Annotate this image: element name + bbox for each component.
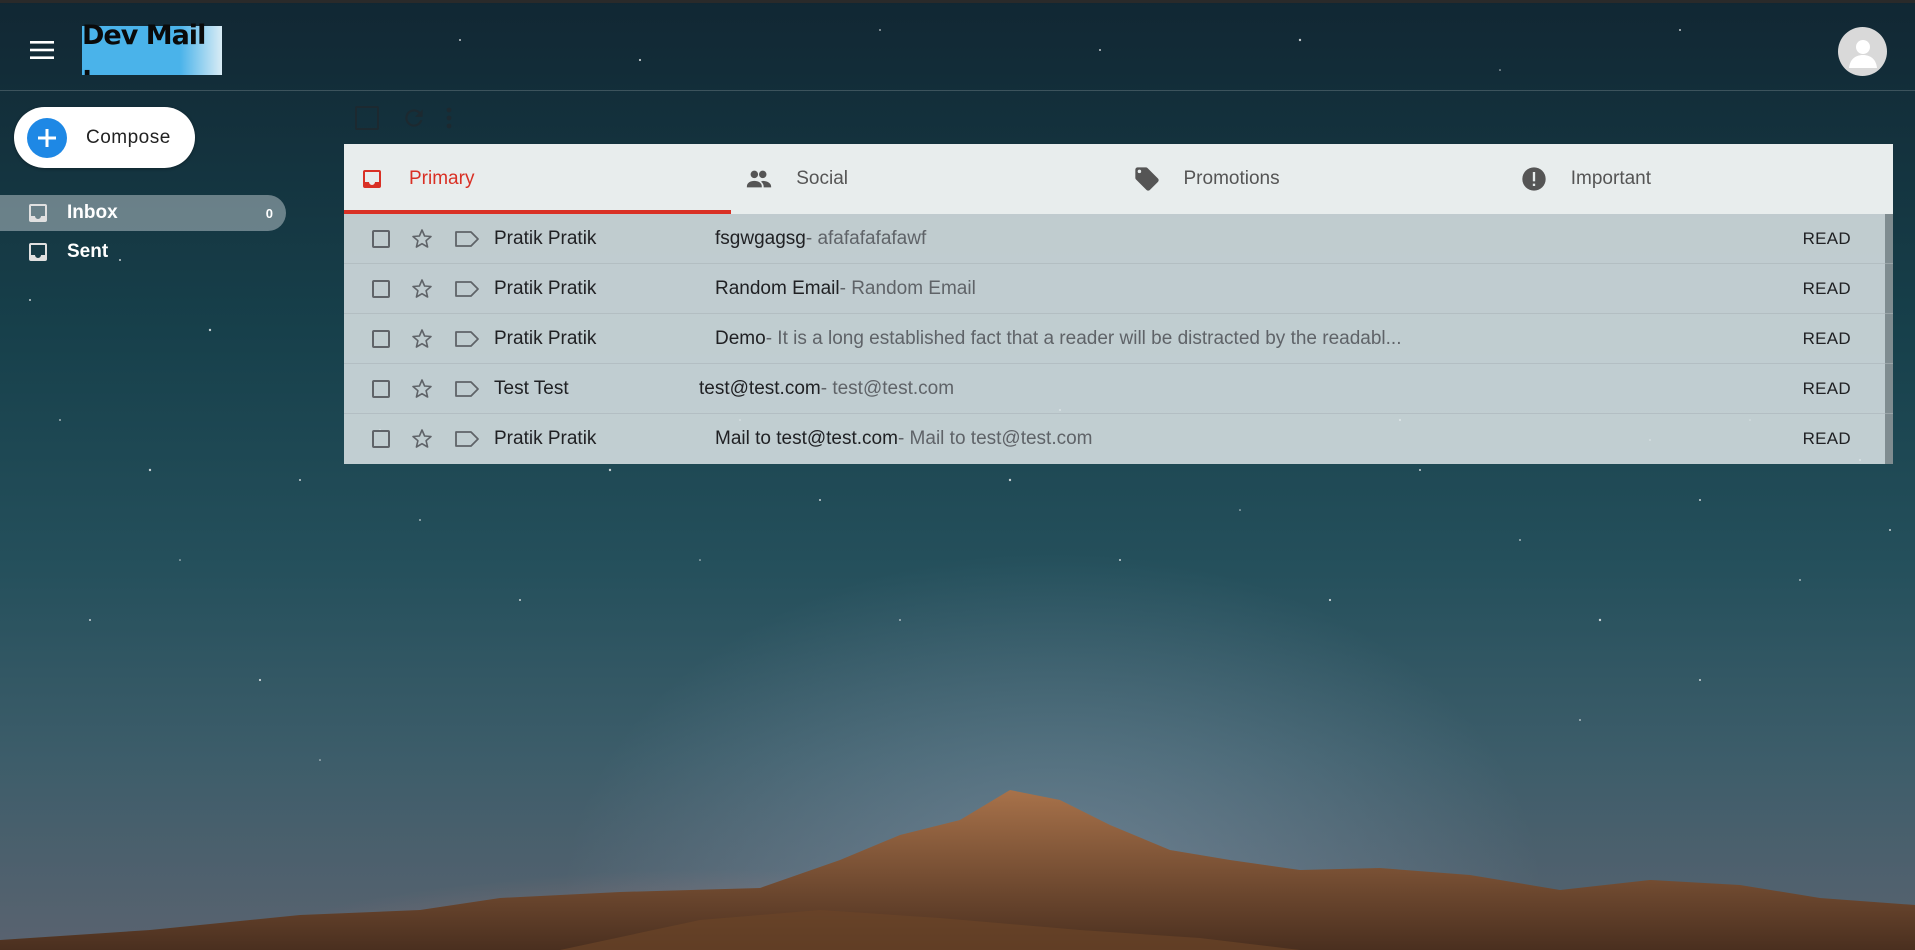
email-snippet: - afafafafafawf [805, 227, 927, 249]
label-outline-icon[interactable] [454, 279, 480, 299]
tab-label: Important [1570, 168, 1652, 189]
tab-primary[interactable]: Primary [344, 144, 732, 214]
label-outline-icon[interactable] [454, 379, 480, 399]
star-icon[interactable] [410, 427, 434, 451]
tab-label: Primary [409, 168, 475, 189]
email-snippet: - test@test.com [820, 377, 955, 399]
plus-icon [27, 117, 67, 158]
tab-important[interactable]: Important [1506, 144, 1893, 214]
email-row[interactable]: Pratik Pratik Random Email- Random Email… [344, 264, 1893, 314]
select-all-checkbox[interactable] [355, 106, 379, 130]
email-subject: test@test.com [699, 377, 821, 399]
email-subject-line: fsgwgagsg- afafafafafawf [715, 228, 926, 250]
info-icon [1520, 165, 1548, 193]
read-status: READ [1802, 378, 1851, 398]
email-subject: Demo [715, 327, 766, 349]
star-icon[interactable] [410, 227, 434, 251]
email-row[interactable]: Pratik Pratik Demo- It is a long establi… [344, 314, 1893, 364]
email-subject: fsgwgagsg [715, 227, 806, 249]
email-snippet: - It is a long established fact that a r… [765, 327, 1402, 349]
app-logo[interactable]: Dev Mail . [82, 20, 222, 82]
more-options-button[interactable] [445, 106, 453, 130]
category-tabs: Primary Social Promotions Important [344, 144, 1893, 214]
email-subject-line: Mail to test@test.com- Mail to test@test… [715, 428, 1093, 450]
sidebar-item-inbox[interactable]: Inbox 0 [0, 195, 286, 231]
row-checkbox[interactable] [372, 229, 390, 248]
tag-icon [1133, 165, 1161, 193]
label-outline-icon[interactable] [454, 229, 480, 249]
refresh-icon [405, 109, 423, 127]
email-sender: Pratik Pratik [494, 227, 597, 249]
mountain-silhouette [0, 790, 1915, 950]
label-outline-icon[interactable] [454, 329, 480, 349]
email-snippet: - Mail to test@test.com [897, 428, 1093, 449]
star-icon[interactable] [410, 377, 434, 401]
row-checkbox[interactable] [372, 329, 390, 348]
email-list: Pratik Pratik fsgwgagsg- afafafafafawf R… [344, 214, 1893, 464]
mail-panel: Primary Social Promotions Important Prat… [344, 144, 1893, 464]
refresh-button[interactable] [401, 105, 427, 131]
tab-promotions[interactable]: Promotions [1119, 144, 1506, 214]
sidebar-item-sent[interactable]: Sent [0, 234, 286, 270]
sidebar-item-label: Sent [67, 241, 109, 262]
tab-label: Social [796, 168, 848, 189]
email-snippet: - Random Email [839, 277, 976, 299]
tab-social[interactable]: Social [731, 144, 1118, 214]
email-sender: Pratik Pratik [494, 327, 597, 349]
email-row[interactable]: Test Test test@test.com- test@test.com R… [344, 364, 1893, 414]
email-sender: Pratik Pratik [494, 277, 597, 299]
compose-label: Compose [86, 126, 171, 148]
more-vert-icon [446, 107, 452, 129]
star-icon[interactable] [410, 277, 434, 301]
sidebar-item-label: Inbox [67, 202, 118, 223]
email-sender: Pratik Pratik [494, 428, 597, 449]
inbox-tab-icon [358, 165, 386, 193]
row-checkbox[interactable] [372, 430, 390, 448]
account-avatar-button[interactable] [1838, 27, 1887, 76]
read-status: READ [1802, 429, 1851, 448]
email-subject-line: Random Email- Random Email [715, 278, 976, 300]
row-checkbox[interactable] [372, 279, 390, 298]
mail-toolbar [355, 104, 453, 132]
starry-background [29, 29, 1891, 761]
email-row[interactable]: Pratik Pratik fsgwgagsg- afafafafafawf R… [344, 214, 1893, 264]
read-status: READ [1802, 278, 1851, 298]
read-status: READ [1802, 328, 1851, 348]
email-row[interactable]: Pratik Pratik Mail to test@test.com- Mai… [344, 414, 1893, 464]
read-status: READ [1802, 228, 1851, 248]
email-subject: Mail to test@test.com [715, 428, 898, 449]
star-icon[interactable] [410, 327, 434, 351]
compose-button[interactable]: Compose [14, 107, 195, 168]
inbox-icon [26, 200, 52, 226]
email-subject-line: test@test.com- test@test.com [699, 378, 954, 400]
tab-label: Promotions [1183, 168, 1280, 189]
hamburger-menu-button[interactable] [24, 35, 60, 65]
unread-count: 0 [265, 205, 273, 221]
hamburger-menu-icon [30, 41, 54, 59]
row-checkbox[interactable] [372, 379, 390, 398]
account-circle-icon [1848, 39, 1877, 68]
label-outline-icon[interactable] [454, 429, 480, 449]
top-bar: Dev Mail . [0, 0, 1915, 91]
inbox-icon [26, 239, 52, 265]
email-sender: Test Test [494, 377, 569, 399]
people-icon [745, 165, 773, 193]
email-subject-line: Demo- It is a long established fact that… [715, 328, 1401, 350]
email-subject: Random Email [715, 277, 840, 299]
